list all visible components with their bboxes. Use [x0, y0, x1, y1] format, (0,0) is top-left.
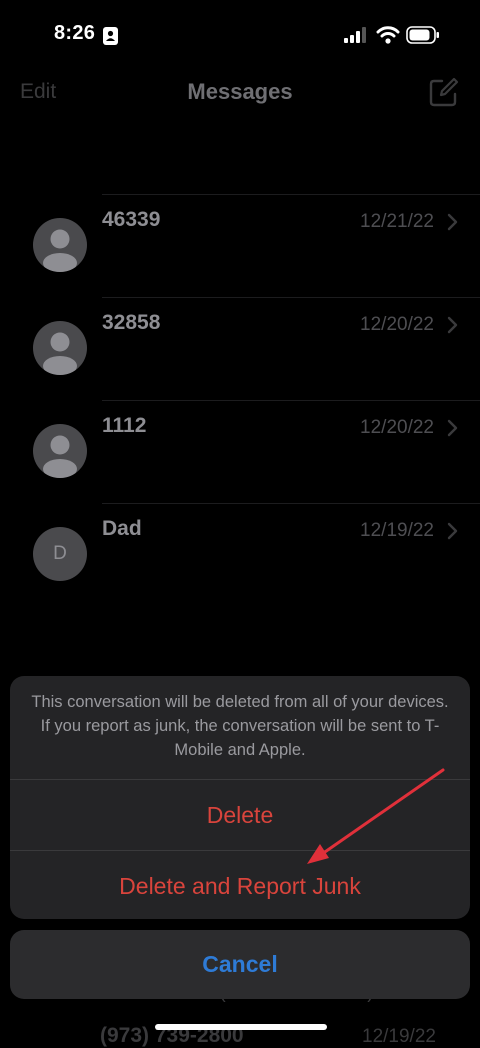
- conversation-name: 32858: [102, 311, 161, 334]
- conversation-row[interactable]: 1112 12/20/22: [0, 400, 480, 503]
- conversation-name: 46339: [102, 208, 161, 231]
- row-divider: [102, 503, 480, 504]
- chevron-right-icon: [447, 213, 458, 231]
- conversation-row[interactable]: D Dad 12/19/22: [0, 503, 480, 606]
- person-silhouette-icon: [43, 229, 77, 272]
- row-divider: [102, 194, 480, 195]
- cellular-signal-icon: [344, 27, 366, 43]
- row-divider: [102, 400, 480, 401]
- conversation-row[interactable]: 32858 12/20/22: [0, 297, 480, 400]
- page-title: Messages: [187, 79, 293, 104]
- action-sheet: This conversation will be deleted from a…: [10, 676, 470, 919]
- person-badge-icon: [103, 27, 118, 45]
- delete-and-report-junk-button[interactable]: Delete and Report Junk: [10, 851, 470, 919]
- navigation-bar: Edit Messages: [0, 72, 480, 118]
- compose-icon[interactable]: [428, 76, 460, 108]
- chevron-right-icon: [447, 419, 458, 437]
- delete-button[interactable]: Delete: [10, 780, 470, 850]
- avatar: D: [33, 527, 87, 581]
- cancel-button[interactable]: Cancel: [10, 930, 470, 999]
- status-time: 8:26: [54, 22, 96, 44]
- conversation-date: 12/20/22: [360, 417, 434, 438]
- avatar: [33, 218, 87, 272]
- conversation-row[interactable]: 46339 12/21/22: [0, 194, 480, 297]
- conversation-date: 12/19/22: [360, 520, 434, 541]
- row-divider: [102, 297, 480, 298]
- conversation-name: Dad: [102, 517, 142, 540]
- conversation-name: 1112: [102, 414, 147, 437]
- chevron-right-icon: [447, 316, 458, 334]
- avatar: [33, 321, 87, 375]
- chevron-right-icon: [447, 522, 458, 540]
- person-silhouette-icon: [43, 435, 77, 478]
- avatar: [33, 424, 87, 478]
- battery-icon: [406, 26, 439, 44]
- home-indicator[interactable]: [155, 1024, 327, 1030]
- wifi-icon: [376, 26, 400, 44]
- background-conversation-date: 12/19/22: [362, 1026, 436, 1047]
- avatar-initial: D: [53, 543, 67, 564]
- person-silhouette-icon: [43, 332, 77, 375]
- conversation-date: 12/20/22: [360, 314, 434, 335]
- conversation-date: 12/21/22: [360, 211, 434, 232]
- status-bar: 8:26: [0, 0, 480, 72]
- action-sheet-message: This conversation will be deleted from a…: [31, 693, 449, 759]
